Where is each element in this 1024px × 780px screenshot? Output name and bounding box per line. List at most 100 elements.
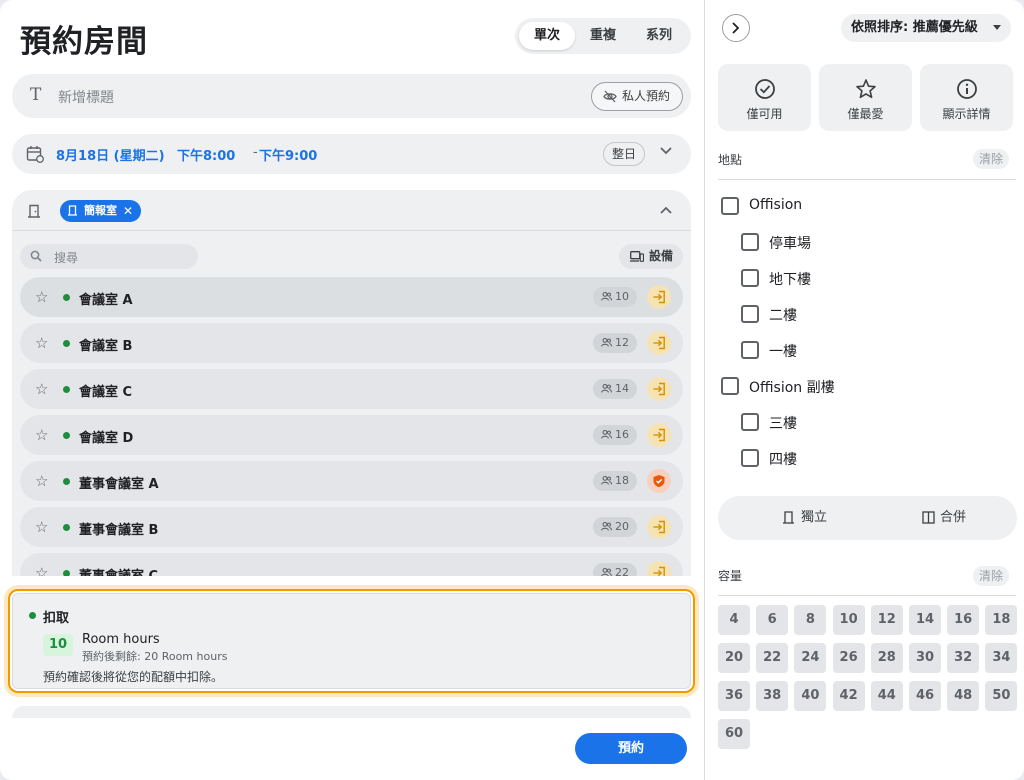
restricted-shield-icon[interactable] <box>647 469 671 493</box>
location-sub-item[interactable]: 四樓 <box>741 446 1001 470</box>
enter-room-icon[interactable] <box>647 331 671 355</box>
capacity-option[interactable]: 30 <box>909 643 941 673</box>
capacity-option[interactable]: 18 <box>985 605 1018 635</box>
location-sub-item[interactable]: 三樓 <box>741 410 1001 434</box>
location-sub-item[interactable]: 地下樓 <box>741 266 1001 290</box>
clear-capacity-button[interactable]: 清除 <box>973 566 1010 586</box>
enter-room-icon[interactable] <box>647 561 671 576</box>
capacity-option[interactable]: 38 <box>756 681 789 711</box>
capacity-option[interactable]: 44 <box>870 681 903 711</box>
room-row[interactable]: ☆ 董事會議室 C 22 <box>20 553 683 576</box>
capacity-option[interactable]: 48 <box>947 681 980 711</box>
capacity-option[interactable]: 36 <box>718 681 750 711</box>
login-arrow-icon <box>653 428 665 442</box>
capacity-option[interactable]: 16 <box>947 605 980 635</box>
room-type-chip-label: 簡報室 <box>84 204 117 217</box>
tab-series[interactable]: 系列 <box>631 22 687 50</box>
capacity-option[interactable]: 4 <box>718 605 750 635</box>
time-separator: - <box>253 145 258 160</box>
show-details-button[interactable]: 顯示詳情 <box>920 64 1013 131</box>
tab-recurring[interactable]: 重複 <box>575 22 631 50</box>
location-sub-item[interactable]: 二樓 <box>741 302 1001 326</box>
favorite-star-icon[interactable]: ☆ <box>35 472 48 490</box>
capacity-option[interactable]: 14 <box>909 605 941 635</box>
room-row[interactable]: ☆ 會議室 B 12 <box>20 323 683 363</box>
capacity-option[interactable]: 60 <box>718 719 750 749</box>
capacity-option[interactable]: 32 <box>947 643 980 673</box>
start-time[interactable]: 下午8:00 <box>177 145 235 164</box>
location-checkbox[interactable] <box>721 377 739 395</box>
capacity-option[interactable]: 40 <box>794 681 827 711</box>
capacity-option[interactable]: 22 <box>756 643 789 673</box>
capacity-option[interactable]: 10 <box>832 605 865 635</box>
location-sub-item[interactable]: 停車場 <box>741 230 1001 254</box>
capacity-option[interactable]: 8 <box>794 605 827 635</box>
location-group[interactable]: Offision 副樓 <box>721 374 981 398</box>
capacity-option[interactable]: 34 <box>985 643 1018 673</box>
capacity-option[interactable]: 46 <box>909 681 941 711</box>
chip-remove-icon[interactable]: ✕ <box>123 200 133 222</box>
date-value[interactable]: 8月18日 (星期二) <box>56 145 165 164</box>
favorite-star-icon[interactable]: ☆ <box>35 288 48 306</box>
capacity-option[interactable]: 24 <box>794 643 827 673</box>
end-time[interactable]: 下午9:00 <box>259 145 317 164</box>
enter-room-icon[interactable] <box>647 377 671 401</box>
title-input[interactable]: 新增標題 <box>58 87 114 107</box>
deduction-card-body: 扣取 10 Room hours 預約後剩餘: 20 Room hours 預約… <box>12 593 691 689</box>
enter-room-icon[interactable] <box>647 423 671 447</box>
all-day-toggle[interactable]: 整日 <box>603 142 646 166</box>
chevron-up-icon[interactable] <box>660 206 672 214</box>
location-checkbox[interactable] <box>741 449 759 467</box>
available-only-button[interactable]: 僅可用 <box>718 64 811 131</box>
location-label: 一樓 <box>769 344 797 360</box>
room-row[interactable]: ☆ 董事會議室 A 18 <box>20 461 683 501</box>
sort-dropdown[interactable]: 依照排序: 推薦優先級 <box>841 14 1011 42</box>
room-name: 會議室 A <box>79 293 133 308</box>
equipment-filter-button[interactable]: 設備 <box>619 244 683 269</box>
tab-single[interactable]: 單次 <box>519 22 575 50</box>
capacity-option[interactable]: 42 <box>832 681 865 711</box>
favorites-only-button[interactable]: 僅最愛 <box>819 64 912 131</box>
room-row[interactable]: ☆ 會議室 A 10 <box>20 277 683 317</box>
capacity-option[interactable]: 20 <box>718 643 750 673</box>
favorite-star-icon[interactable]: ☆ <box>35 380 48 398</box>
combined-option[interactable]: 合併 <box>922 496 966 540</box>
enter-room-icon[interactable] <box>647 285 671 309</box>
location-checkbox[interactable] <box>721 197 739 215</box>
chevron-down-icon[interactable] <box>660 147 672 155</box>
favorite-star-icon[interactable]: ☆ <box>35 426 48 444</box>
capacity-option[interactable]: 50 <box>985 681 1018 711</box>
favorite-star-icon[interactable]: ☆ <box>35 334 48 352</box>
capacity-option[interactable]: 6 <box>756 605 789 635</box>
capacity-value: 14 <box>615 382 629 395</box>
capacity-option[interactable]: 12 <box>870 605 903 635</box>
standalone-option[interactable]: 獨立 <box>783 496 827 540</box>
shield-check-icon <box>653 475 665 488</box>
location-checkbox[interactable] <box>741 305 759 323</box>
capacity-badge: 18 <box>593 471 637 491</box>
private-booking-button[interactable]: 私人預約 <box>590 82 683 111</box>
capacity-badge: 22 <box>593 563 637 576</box>
location-checkbox[interactable] <box>741 413 759 431</box>
room-row[interactable]: ☆ 董事會議室 B 20 <box>20 507 683 547</box>
enter-room-icon[interactable] <box>647 515 671 539</box>
favorite-star-icon[interactable]: ☆ <box>35 518 48 536</box>
capacity-option[interactable]: 26 <box>832 643 865 673</box>
book-button[interactable]: 預約 <box>575 733 687 764</box>
favorite-star-icon[interactable]: ☆ <box>35 564 48 576</box>
location-label: Offision <box>749 197 803 213</box>
location-checkbox[interactable] <box>741 341 759 359</box>
location-checkbox[interactable] <box>741 269 759 287</box>
room-row[interactable]: ☆ 會議室 C 14 <box>20 369 683 409</box>
capacity-option[interactable]: 28 <box>870 643 903 673</box>
location-group[interactable]: Offision <box>721 194 981 218</box>
location-sub-item[interactable]: 一樓 <box>741 338 1001 362</box>
people-icon <box>601 430 612 439</box>
location-checkbox[interactable] <box>741 233 759 251</box>
room-search-input[interactable]: 搜尋 <box>20 244 198 269</box>
collapse-panel-button[interactable] <box>722 14 750 42</box>
room-row[interactable]: ☆ 會議室 D 16 <box>20 415 683 455</box>
room-type-chip[interactable]: 簡報室 ✕ <box>60 200 141 222</box>
title-row[interactable]: T 新增標題 私人預約 <box>12 74 691 118</box>
clear-location-button[interactable]: 清除 <box>973 149 1010 169</box>
